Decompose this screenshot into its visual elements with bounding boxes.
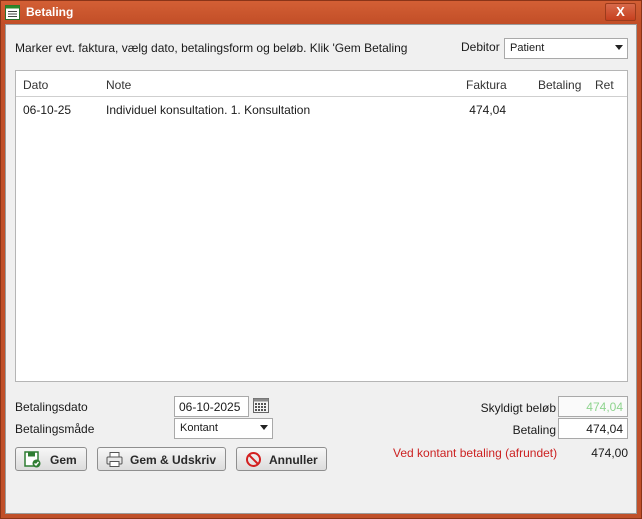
cancel-icon <box>246 452 261 467</box>
cell-faktura: 474,04 <box>469 103 506 117</box>
debitor-value: Patient <box>510 42 545 54</box>
invoice-grid[interactable]: Dato Note Faktura Betaling Ret 06-10-25 … <box>15 70 628 382</box>
cash-rounding-value: 474,00 <box>591 446 628 460</box>
skyldigt-field: 474,04 <box>558 396 628 417</box>
gem-label: Gem <box>50 453 77 467</box>
cell-dato: 06-10-25 <box>23 103 72 117</box>
window-title: Betaling <box>26 5 74 19</box>
gem-udskriv-label: Gem & Udskriv <box>130 453 217 467</box>
debitor-label: Debitor <box>461 40 500 54</box>
save-icon <box>24 451 41 468</box>
close-button[interactable]: X <box>605 3 636 21</box>
title-bar[interactable]: Betaling X <box>1 1 641 24</box>
betalingsmaade-select[interactable]: Kontant <box>174 418 273 439</box>
betaling-value: 474,04 <box>586 422 623 436</box>
dialog-body: Marker evt. faktura, vælg dato, betaling… <box>5 24 637 514</box>
table-row[interactable]: 06-10-25 Individuel konsultation. 1. Kon… <box>16 97 627 123</box>
annuller-button[interactable]: Annuller <box>236 447 327 471</box>
column-header-ret[interactable]: Ret <box>595 78 614 92</box>
column-header-faktura[interactable]: Faktura <box>466 78 507 92</box>
betalingsmaade-label: Betalingsmåde <box>15 422 95 436</box>
betaling-field[interactable]: 474,04 <box>558 418 628 439</box>
skyldigt-value: 474,04 <box>586 400 623 414</box>
gem-button[interactable]: Gem <box>15 447 87 471</box>
payment-window: Betaling X Marker evt. faktura, vælg dat… <box>0 0 642 519</box>
annuller-label: Annuller <box>269 453 318 467</box>
betalingsdato-label: Betalingsdato <box>15 400 88 414</box>
betalingsmaade-value: Kontant <box>180 422 218 434</box>
cash-rounding-label: Ved kontant betaling (afrundet) <box>393 446 558 460</box>
printer-icon <box>106 452 123 467</box>
calendar-icon[interactable] <box>253 398 269 413</box>
chevron-down-icon <box>260 425 268 430</box>
column-header-dato[interactable]: Dato <box>23 78 48 92</box>
column-header-betaling[interactable]: Betaling <box>538 78 581 92</box>
column-header-note[interactable]: Note <box>106 78 131 92</box>
betaling-label: Betaling <box>512 423 556 437</box>
betalingsdato-value: 06-10-2025 <box>179 400 241 414</box>
cell-note: Individuel konsultation. 1. Konsultation <box>106 103 311 117</box>
debitor-select[interactable]: Patient <box>504 38 628 59</box>
gem-udskriv-button[interactable]: Gem & Udskriv <box>97 447 226 471</box>
skyldigt-label: Skyldigt beløb <box>480 401 556 415</box>
instruction-text: Marker evt. faktura, vælg dato, betaling… <box>15 41 408 55</box>
list-window-icon <box>5 5 20 20</box>
grid-header: Dato Note Faktura Betaling Ret <box>16 71 627 97</box>
chevron-down-icon <box>615 45 623 50</box>
betalingsdato-field[interactable]: 06-10-2025 <box>174 396 249 417</box>
